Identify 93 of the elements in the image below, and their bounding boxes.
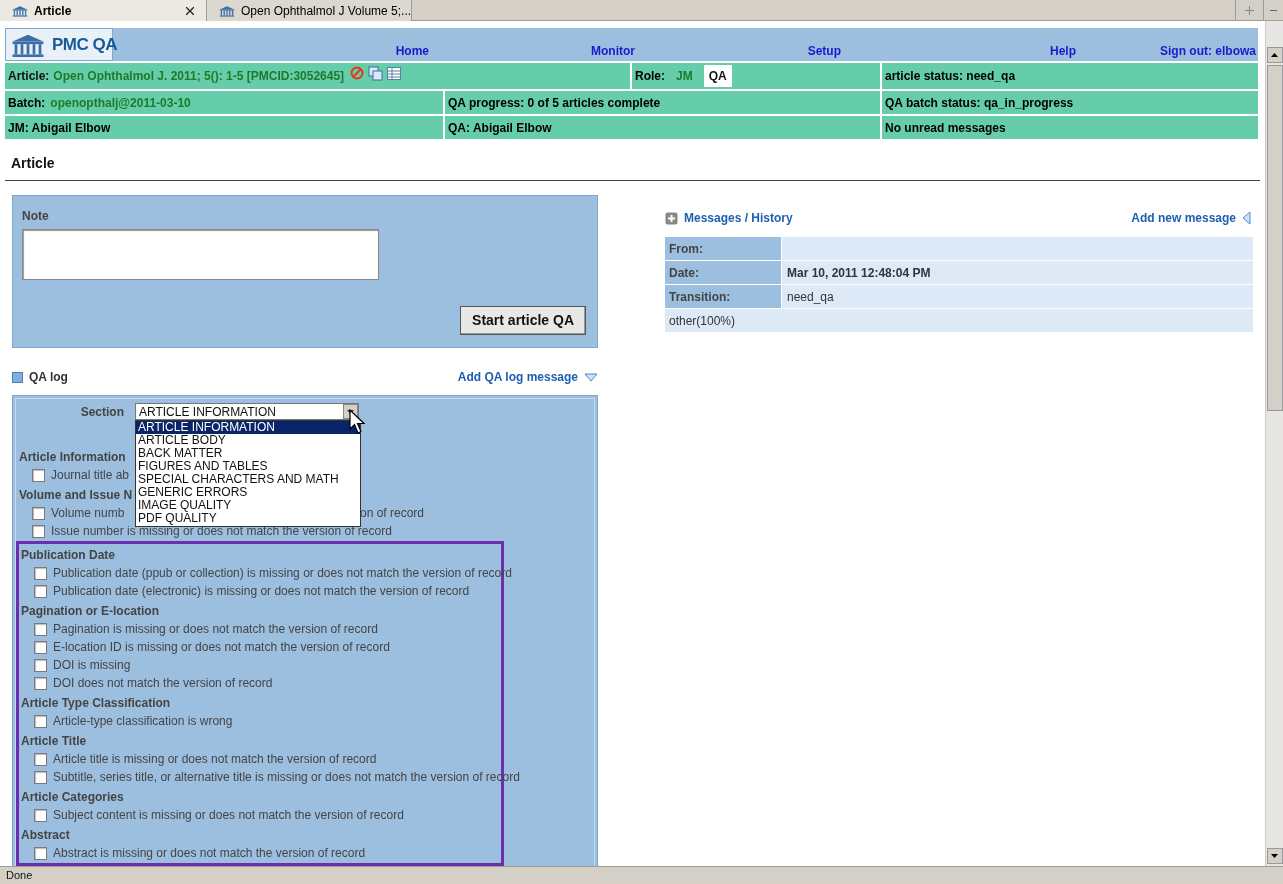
batch-name: openopthalj@2011-03-10 xyxy=(50,94,191,112)
checkbox-label: Subject content is missing or does not match the version of record xyxy=(53,807,404,824)
checkbox[interactable] xyxy=(34,752,47,766)
messages-title[interactable]: Messages / History xyxy=(684,209,793,227)
section-heading: Article Categories xyxy=(21,789,124,806)
close-icon[interactable] xyxy=(186,6,194,15)
dropdown-option[interactable]: BACK MATTER xyxy=(136,447,360,460)
checkbox[interactable] xyxy=(34,846,47,860)
checkbox[interactable] xyxy=(34,622,47,636)
checkbox-label: Volume numb xyxy=(51,505,125,522)
checkbox-label: Article-type classification is wrong xyxy=(53,713,233,730)
checkbox-label: DOI does not match the version of record xyxy=(53,675,273,692)
table-header-cell: Transition: xyxy=(665,285,781,308)
checkbox[interactable] xyxy=(32,524,45,538)
checkbox-label: Publication date (electronic) is missing or does not match the version of record xyxy=(53,583,470,600)
building-icon xyxy=(219,4,235,17)
note-field[interactable] xyxy=(22,229,379,280)
status-text: Done xyxy=(6,868,33,884)
browser-tab[interactable]: Open Ophthalmol J Volume 5;... xyxy=(207,0,412,21)
table-header-cell: From: xyxy=(665,237,781,260)
page-title: Article xyxy=(11,155,55,171)
checkbox[interactable] xyxy=(34,658,47,672)
section-heading: Article Information xyxy=(19,449,126,466)
dropdown-option[interactable]: PDF QUALITY xyxy=(136,512,360,525)
table-cell: Mar 10, 2011 12:48:04 PM xyxy=(782,261,1253,284)
field-label: Section xyxy=(80,404,124,421)
section-heading: Abstract xyxy=(21,827,70,844)
section-heading: Article Type Classification xyxy=(21,695,171,712)
square-icon[interactable] xyxy=(12,371,23,383)
building-icon xyxy=(12,4,28,17)
nav-link[interactable]: Help xyxy=(1050,42,1076,60)
table-cell: other(100%) xyxy=(665,309,1253,332)
checkbox[interactable] xyxy=(32,506,45,520)
checkbox-label: Pagination is missing or does not match the version of record xyxy=(53,621,378,638)
section-heading: Article Title xyxy=(21,733,87,750)
field-label: Batch: xyxy=(8,94,46,112)
role-option[interactable]: QA xyxy=(703,65,732,87)
checkbox[interactable] xyxy=(34,714,47,728)
section-heading: Publication Date xyxy=(21,547,115,564)
dropdown-option[interactable]: SPECIAL CHARACTERS AND MATH xyxy=(136,473,360,486)
checkbox[interactable] xyxy=(34,566,47,580)
add-qa-log-link[interactable]: Add QA log message xyxy=(457,368,578,386)
field-label: Note xyxy=(22,208,50,225)
collapse-icon[interactable] xyxy=(1242,211,1251,225)
field-label: Article: xyxy=(8,68,50,85)
field-label: Role: xyxy=(635,68,665,85)
info-text: No unread messages xyxy=(885,119,1006,137)
checkbox[interactable] xyxy=(32,468,45,482)
checkbox-label: Article title is missing or does not match the version of record xyxy=(53,751,377,768)
minus-icon xyxy=(1270,9,1277,12)
nav-link[interactable]: Sign out: elbowa xyxy=(1160,42,1256,60)
info-text: JM: Abigail Elbow xyxy=(8,119,111,137)
table-header-cell: Date: xyxy=(665,261,781,284)
browser-tab[interactable]: Article xyxy=(0,0,207,21)
up-arrow-icon xyxy=(1271,53,1278,57)
article-citation: Open Ophthalmol J. 2011; 5(): 1-5 [PMCID:3052645] xyxy=(53,68,345,85)
scrollbar[interactable] xyxy=(1265,21,1283,866)
checkbox[interactable] xyxy=(34,770,47,784)
start-qa-button[interactable]: Start article QA xyxy=(460,306,586,335)
nav-link[interactable]: Home xyxy=(395,42,429,60)
table-cell: need_qa xyxy=(782,285,1253,308)
checkbox[interactable] xyxy=(34,640,47,654)
info-text: QA batch status: qa_in_progress xyxy=(885,94,1074,112)
table-icon[interactable] xyxy=(387,66,402,80)
checkbox[interactable] xyxy=(34,808,47,822)
copy-icon[interactable] xyxy=(368,65,384,81)
dropdown-option[interactable]: ARTICLE BODY xyxy=(136,434,360,447)
nav-link[interactable]: Monitor xyxy=(591,42,635,60)
info-text: QA: Abigail Elbow xyxy=(448,119,552,137)
section-select[interactable]: ARTICLE INFORMATION xyxy=(135,403,359,420)
dropdown-option[interactable]: FIGURES AND TABLES xyxy=(136,460,360,473)
section-heading: Volume and Issue N xyxy=(19,487,133,504)
down-arrow-icon xyxy=(1271,854,1278,858)
checkbox-label: on of record xyxy=(359,505,424,522)
checkbox-label: DOI is missing xyxy=(53,657,131,674)
dropdown-option[interactable]: GENERIC ERRORS xyxy=(136,486,360,499)
plus-icon[interactable] xyxy=(665,211,678,225)
checkbox-label: Journal title ab xyxy=(51,467,130,484)
status-text: article status: need_qa xyxy=(885,68,1016,85)
checkbox-label: Abstract is missing or does not match the version of record xyxy=(53,845,366,862)
nav-link[interactable]: Setup xyxy=(807,42,841,60)
dropdown-option[interactable]: ARTICLE INFORMATION xyxy=(136,421,360,434)
expand-icon[interactable] xyxy=(584,372,598,382)
prohibited-icon[interactable] xyxy=(350,66,365,80)
building-icon xyxy=(10,32,46,57)
checkbox-label: E-location ID is missing or does not match the version of record xyxy=(53,639,390,656)
dropdown-option[interactable]: IMAGE QUALITY xyxy=(136,499,360,512)
checkbox[interactable] xyxy=(34,584,47,598)
qa-log-title: QA log xyxy=(29,369,68,386)
checkbox[interactable] xyxy=(34,676,47,690)
add-message-link[interactable]: Add new message xyxy=(1131,209,1236,227)
section-heading: Pagination or E-location xyxy=(21,603,159,620)
info-text: QA progress: 0 of 5 articles complete xyxy=(448,94,661,112)
